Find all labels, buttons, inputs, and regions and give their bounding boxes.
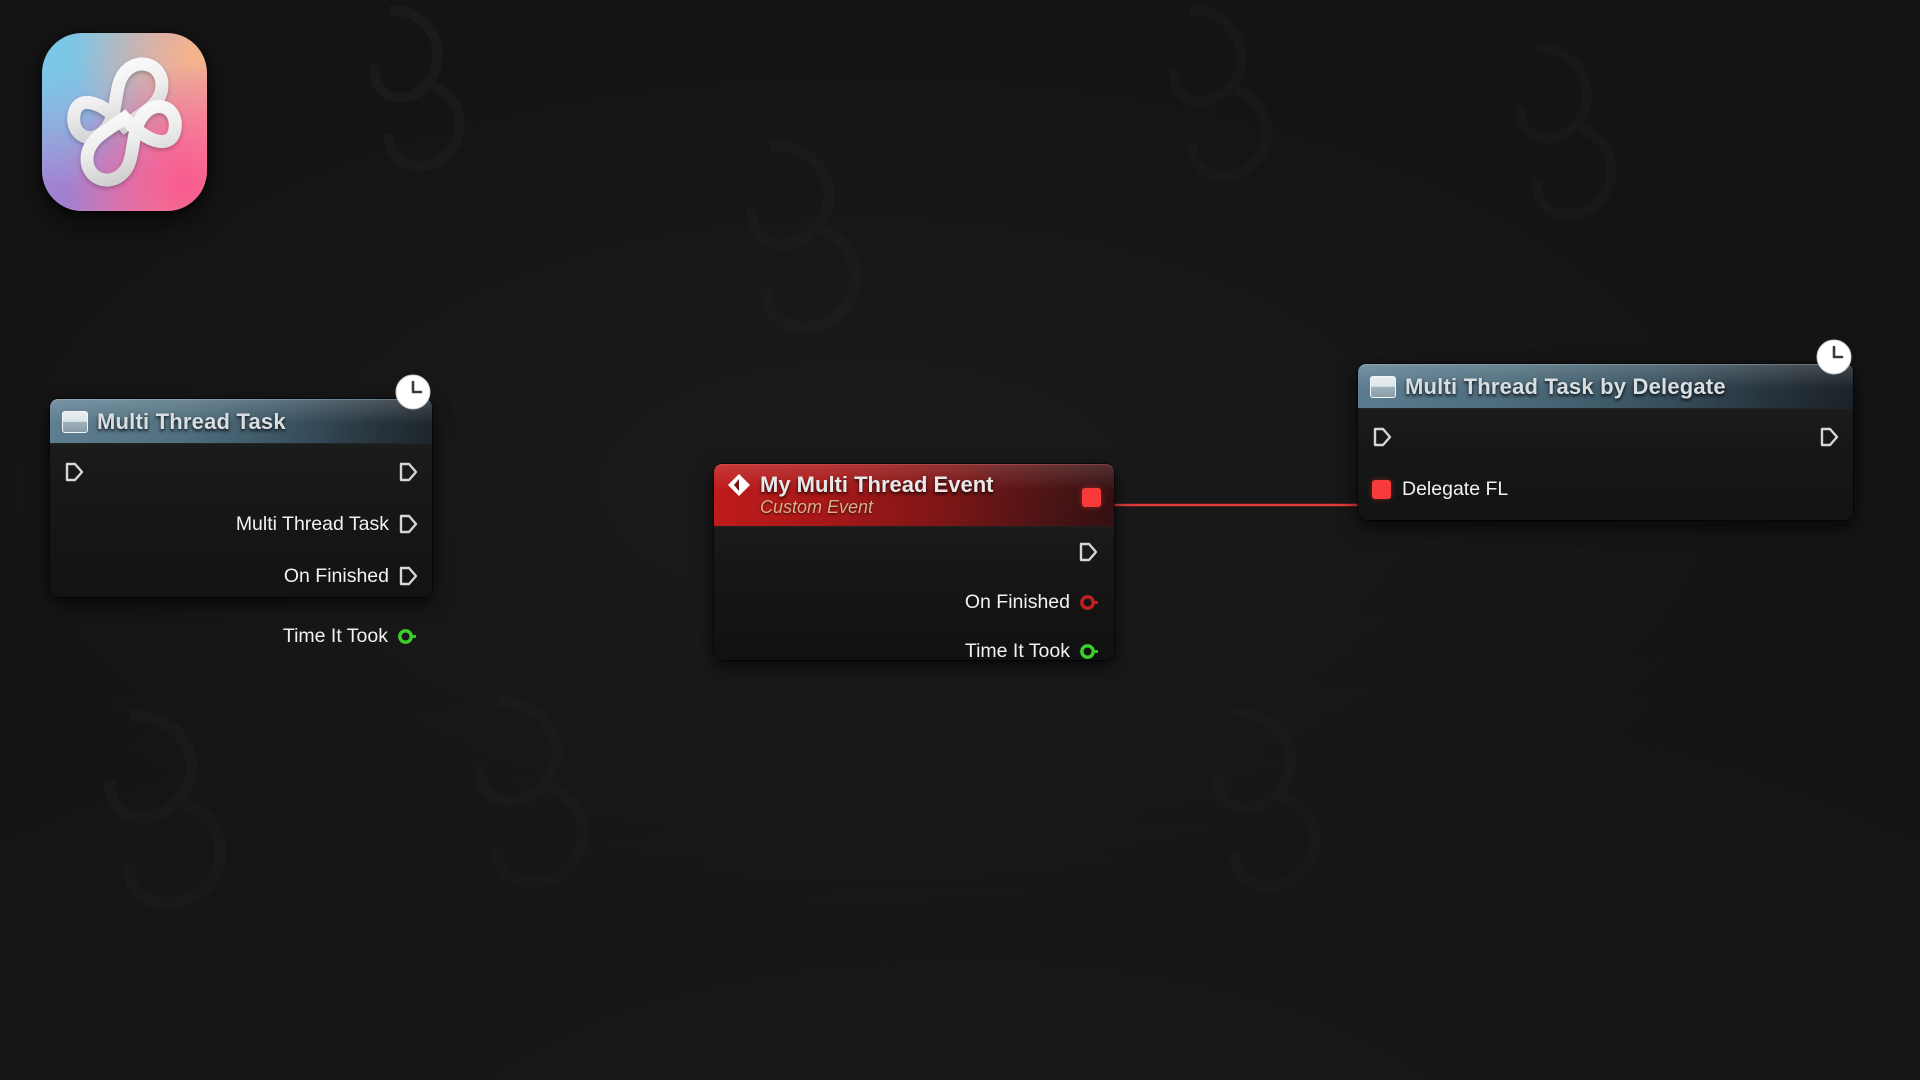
latent-clock-badge	[1816, 339, 1852, 375]
exec-pin-output-icon[interactable]	[398, 565, 418, 587]
node-multi-thread-task-by-delegate[interactable]: Multi Thread Task by Delegate Delegate F…	[1358, 339, 1853, 520]
pin-row-on-finished-out[interactable]: On Finished	[284, 564, 418, 588]
background-watermark	[1130, 0, 1320, 210]
exec-pin-output-icon[interactable]	[1819, 426, 1839, 448]
background-watermark	[700, 130, 910, 370]
infinity-knot-app-icon	[42, 33, 207, 211]
pin-label: On Finished	[283, 564, 389, 587]
pin-row-exec-in[interactable]	[64, 460, 84, 484]
node-body: Multi Thread Task On Finished Time It To…	[50, 443, 432, 647]
node-header[interactable]: My Multi Thread Event Custom Event	[714, 464, 1114, 526]
exec-pin-input-icon[interactable]	[1372, 426, 1392, 448]
function-node-icon	[1370, 375, 1396, 398]
pin-label: Delegate FL	[1402, 477, 1509, 500]
node-my-multi-thread-event[interactable]: My Multi Thread Event Custom Event On Fi…	[714, 464, 1114, 663]
node-body: Delegate FL	[1358, 408, 1853, 520]
node-multi-thread-task[interactable]: Multi Thread Task Multi Thread Task On F…	[50, 374, 432, 647]
data-pin-output-icon[interactable]	[397, 627, 416, 646]
background-watermark	[330, 0, 500, 200]
event-title-row: My Multi Thread Event	[726, 465, 1102, 498]
pin-label: Multi Thread Task	[235, 512, 389, 535]
node-header[interactable]: Multi Thread Task by Delegate	[1358, 364, 1853, 408]
pin-label: Time It Took	[964, 639, 1070, 662]
background-watermark	[60, 700, 280, 940]
function-node-icon	[62, 410, 88, 433]
delegate-pin-output-icon[interactable]	[1082, 487, 1101, 507]
node-body: On Finished Time It Took	[714, 526, 1114, 663]
delegate-pin-input-icon[interactable]	[1372, 479, 1391, 499]
latent-clock-badge	[395, 374, 431, 410]
exec-pin-output-icon[interactable]	[398, 513, 418, 535]
data-pin-output-icon[interactable]	[1079, 642, 1098, 661]
pin-row-time-it-took-out[interactable]: Time It Took	[965, 639, 1098, 663]
background-watermark	[1480, 40, 1660, 240]
pin-label: On Finished	[964, 590, 1070, 613]
pin-row-exec-out[interactable]	[1819, 425, 1839, 449]
pin-label: Time It Took	[282, 624, 388, 647]
event-node-icon	[728, 474, 750, 496]
exec-pin-output-icon[interactable]	[1078, 541, 1098, 563]
pin-row-exec-out[interactable]	[398, 460, 418, 484]
node-header[interactable]: Multi Thread Task	[50, 399, 432, 443]
pin-row-exec-in[interactable]	[1372, 425, 1392, 449]
pin-row-exec-out[interactable]	[1078, 540, 1098, 564]
exec-pin-input-icon[interactable]	[64, 461, 84, 483]
node-title: My Multi Thread Event	[760, 472, 994, 497]
data-pin-output-icon[interactable]	[1079, 593, 1098, 612]
exec-pin-output-icon[interactable]	[398, 461, 418, 483]
pin-row-multi-thread-task-out[interactable]: Multi Thread Task	[236, 512, 418, 536]
pin-row-delegate-out[interactable]	[1082, 485, 1101, 509]
pin-row-delegate-fl-in[interactable]: Delegate FL	[1372, 477, 1508, 501]
background-watermark	[430, 690, 640, 920]
blueprint-graph-canvas[interactable]: Multi Thread Task Multi Thread Task On F…	[0, 0, 1920, 1080]
pin-row-time-it-took-out[interactable]: Time It Took	[283, 624, 416, 648]
pin-row-on-finished-out[interactable]: On Finished	[965, 590, 1098, 614]
node-title: Multi Thread Task	[97, 408, 286, 434]
background-watermark	[1170, 700, 1370, 920]
node-title: Multi Thread Task by Delegate	[1405, 373, 1726, 399]
knot-glyph	[67, 57, 182, 187]
node-subtitle: Custom Event	[760, 497, 874, 517]
